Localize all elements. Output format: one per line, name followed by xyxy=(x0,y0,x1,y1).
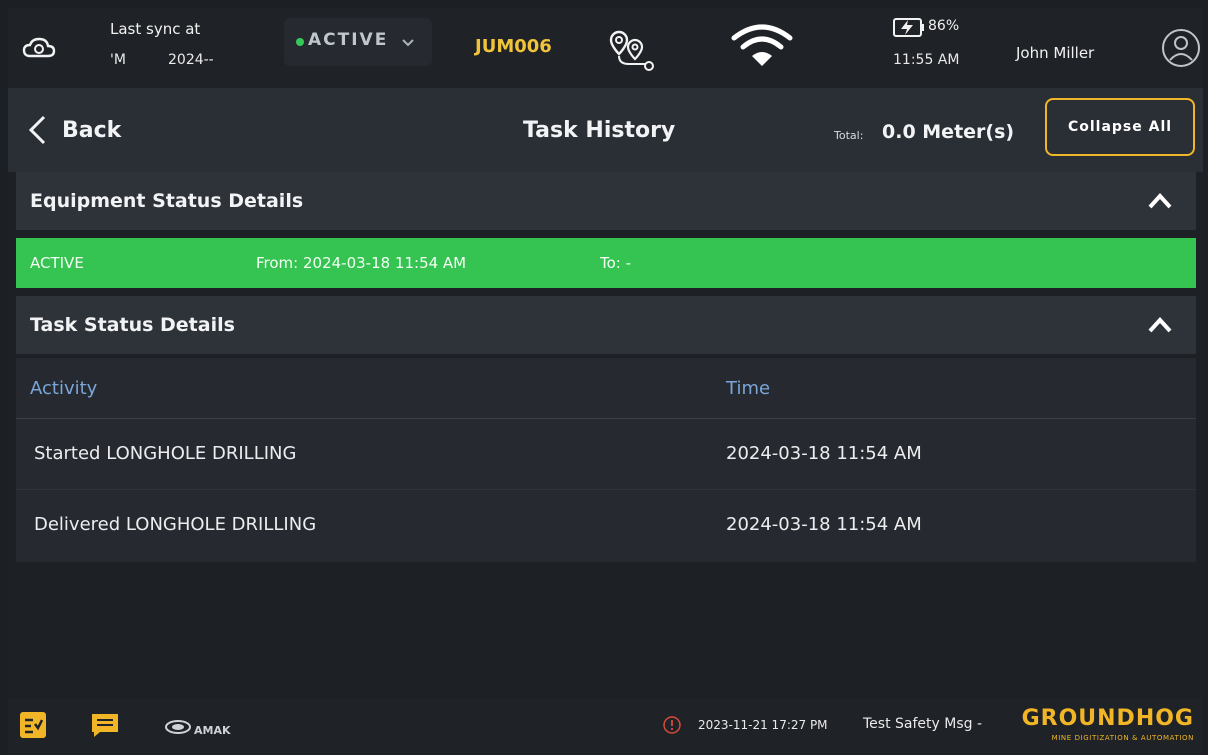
total-value: 0.0 Meter(s) xyxy=(882,121,1015,143)
svg-text:AMAK: AMAK xyxy=(194,724,231,737)
section-title: Equipment Status Details xyxy=(30,190,304,212)
row-activity: Started LONGHOLE DRILLING xyxy=(34,443,297,464)
equipment-status-dropdown[interactable]: ACTIVE xyxy=(284,18,432,66)
task-list-icon[interactable] xyxy=(20,712,46,738)
back-button-label: Back xyxy=(62,117,122,143)
safety-message-text: Test Safety Msg - xyxy=(863,716,983,732)
route-map-icon[interactable] xyxy=(605,26,661,74)
top-status-bar: Last sync at 'M 2024-‐ ACTIVE JUM006 86%… xyxy=(8,8,1203,88)
battery-charging-icon xyxy=(893,18,924,37)
page-header: Back Task History Total: 0.0 Meter(s) Co… xyxy=(8,88,1203,172)
bottom-bar: AMAK 2023-11-21 17:27 PM Test Safety Msg… xyxy=(8,698,1203,753)
section-title: Task Status Details xyxy=(30,314,235,336)
user-name: John Miller xyxy=(1016,44,1095,62)
last-sync-label: Last sync at xyxy=(110,20,201,38)
page-title: Task History xyxy=(523,118,676,143)
app-window: Last sync at 'M 2024-‐ ACTIVE JUM006 86%… xyxy=(8,8,1203,753)
chevron-left-icon xyxy=(28,115,46,145)
equipment-id: JUM006 xyxy=(475,36,552,57)
table-header: Activity Time xyxy=(16,358,1196,419)
clock-time: 11:55 AM xyxy=(893,52,960,68)
last-sync-date: 2024-‐ xyxy=(168,52,214,68)
equipment-status-value: ACTIVE xyxy=(30,254,84,272)
equipment-status-from: From: 2024-03-18 11:54 AM xyxy=(256,254,467,272)
groundhog-logo: GROUNDHOG MINE DIGITIZATION & AUTOMATION xyxy=(1022,704,1202,748)
message-icon[interactable] xyxy=(90,712,120,738)
user-avatar-icon[interactable] xyxy=(1161,28,1201,68)
column-header-activity: Activity xyxy=(30,378,98,399)
equipment-status-row: ACTIVE From: 2024-03-18 11:54 AM To: - xyxy=(16,238,1196,288)
brand-title: GROUNDHOG xyxy=(1021,706,1194,731)
total-label: Total: xyxy=(834,129,864,142)
equipment-status-to: To: - xyxy=(600,254,632,272)
battery-percentage: 86% xyxy=(928,18,960,34)
table-row: Started LONGHOLE DRILLING 2024-03-18 11:… xyxy=(16,419,1196,490)
status-dropdown-value: ACTIVE xyxy=(308,30,389,50)
warning-icon xyxy=(663,716,681,734)
table-row: Delivered LONGHOLE DRILLING 2024-03-18 1… xyxy=(16,490,1196,560)
chevron-up-icon[interactable] xyxy=(1146,314,1174,336)
chevron-up-icon[interactable] xyxy=(1146,190,1174,212)
wifi-icon xyxy=(731,24,793,66)
safety-message-date: 2023-11-21 17:27 PM xyxy=(698,718,828,732)
brand-subtitle: MINE DIGITIZATION & AUTOMATION xyxy=(1051,734,1194,742)
collapse-all-button[interactable]: Collapse All xyxy=(1045,98,1195,156)
back-button[interactable]: Back xyxy=(26,110,121,150)
equipment-status-section-header[interactable]: Equipment Status Details xyxy=(16,172,1196,230)
amak-logo: AMAK xyxy=(165,720,231,737)
row-time: 2024-03-18 11:54 AM xyxy=(726,443,922,464)
chevron-down-icon xyxy=(402,39,414,47)
row-activity: Delivered LONGHOLE DRILLING xyxy=(34,514,317,535)
row-time: 2024-03-18 11:54 AM xyxy=(726,514,922,535)
column-header-time: Time xyxy=(726,378,771,399)
task-status-table: Activity Time Started LONGHOLE DRILLING … xyxy=(16,358,1196,562)
task-status-section-header[interactable]: Task Status Details xyxy=(16,296,1196,354)
cloud-sync-icon[interactable] xyxy=(22,36,56,60)
status-dot-icon xyxy=(296,38,304,46)
last-sync-time: 'M xyxy=(110,52,126,68)
